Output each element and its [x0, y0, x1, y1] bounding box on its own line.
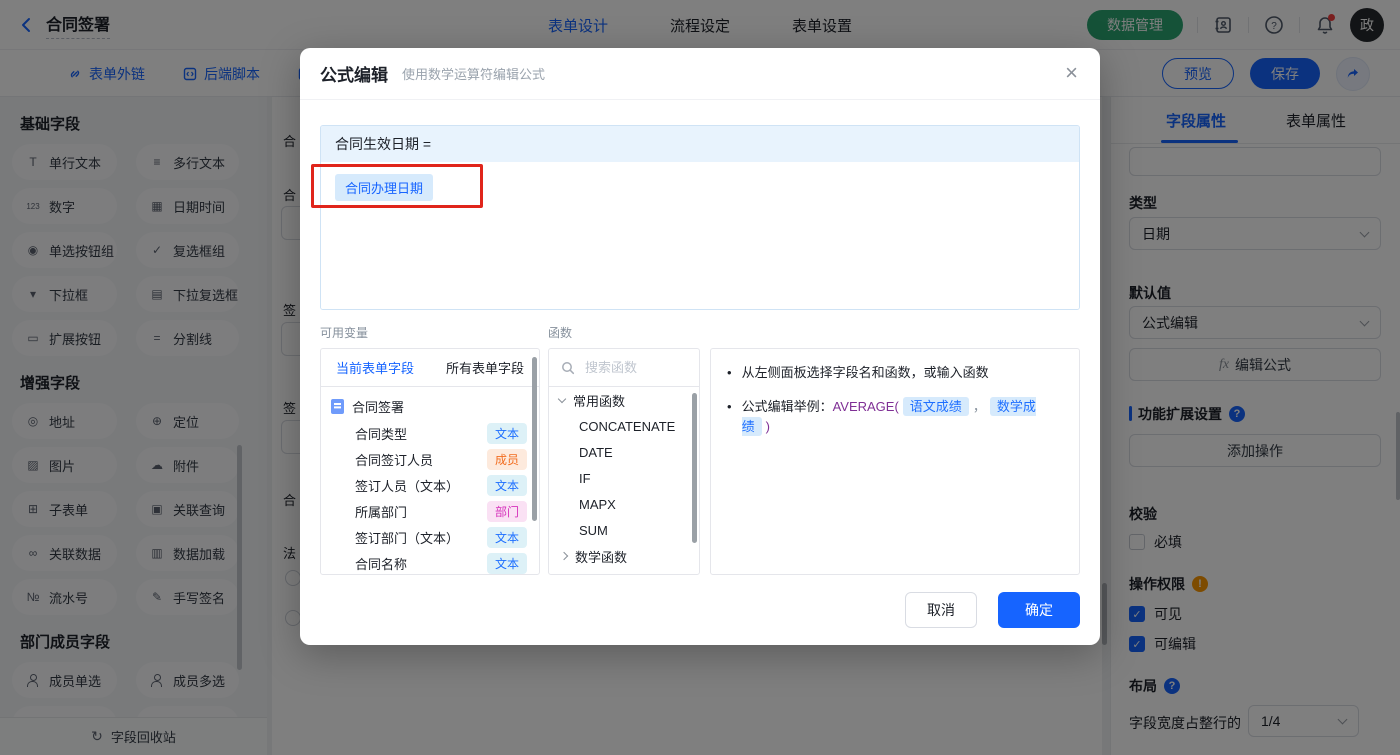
- confirm-button[interactable]: 确定: [998, 592, 1080, 628]
- type-badge: 文本: [486, 552, 527, 574]
- function-name: CONCATENATE: [579, 418, 676, 434]
- variable-item[interactable]: 签订部门（文本） 文本: [321, 524, 539, 550]
- variables-scrollbar[interactable]: [532, 357, 537, 521]
- variable-item[interactable]: 合同签订人员 成员: [321, 446, 539, 472]
- bullet-icon: •: [727, 399, 732, 414]
- function-group-math[interactable]: 数学函数: [549, 543, 699, 569]
- dialog-header: 公式编辑 使用数学运算符编辑公式: [300, 48, 1100, 100]
- function-group-common[interactable]: 常用函数: [549, 387, 699, 413]
- function-item[interactable]: MAPX: [549, 491, 699, 517]
- example-comma: ，: [972, 399, 986, 414]
- variables-root-label: 合同签署: [352, 400, 405, 415]
- variable-item[interactable]: 签订人员（文本） 文本: [321, 472, 539, 498]
- variable-name: 合同类型: [355, 426, 408, 442]
- function-search-input[interactable]: [583, 359, 683, 376]
- variable-name: 合同名称: [355, 556, 408, 572]
- chevron-down-icon: [557, 394, 567, 403]
- variable-item[interactable]: 合同类型 文本: [321, 420, 539, 446]
- example-prefix: 公式编辑举例：: [741, 399, 833, 414]
- formula-edit-dialog: 公式编辑 使用数学运算符编辑公式 × 合同生效日期 = 合同办理日期 可用变量 …: [300, 48, 1100, 645]
- type-badge: 成员: [486, 448, 527, 470]
- tab-all-form-fields[interactable]: 所有表单字段: [446, 358, 524, 377]
- variable-name: 合同签订人员: [355, 452, 434, 468]
- app-window: 合同签署 表单设计 流程设定 表单设置 数据管理 ? 政: [0, 0, 1400, 755]
- close-icon[interactable]: ×: [1065, 62, 1078, 84]
- function-item[interactable]: CONCATENATE: [549, 413, 699, 439]
- variable-name: 签订人员（文本）: [355, 478, 460, 494]
- variable-name: 签订部门（文本）: [355, 530, 460, 546]
- function-search: [549, 349, 699, 387]
- function-name: DATE: [579, 444, 613, 460]
- example-function-open: AVERAGE(: [832, 399, 899, 414]
- type-badge: 文本: [486, 526, 527, 548]
- form-document-icon: [331, 399, 344, 414]
- variable-name: 所属部门: [355, 504, 408, 520]
- function-name: MAPX: [579, 496, 616, 512]
- variables-tabs: 当前表单字段 所有表单字段: [321, 349, 539, 387]
- formula-help-panel: • 从左侧面板选择字段名和函数，或输入函数 • 公式编辑举例：AVERAGE(语…: [710, 348, 1080, 575]
- function-item[interactable]: IF: [549, 465, 699, 491]
- annotation-red-box: [311, 164, 483, 208]
- help-example: 公式编辑举例：AVERAGE(语文成绩，数学成绩): [741, 397, 1063, 437]
- variables-section-label: 可用变量: [320, 326, 369, 340]
- bullet-icon: •: [727, 365, 732, 380]
- function-item[interactable]: DATE: [549, 439, 699, 465]
- function-group-label: 常用函数: [573, 393, 626, 409]
- help-line-2: • 公式编辑举例：AVERAGE(语文成绩，数学成绩): [711, 397, 1079, 437]
- function-group-text[interactable]: 文本函数: [549, 569, 699, 575]
- dialog-subtitle: 使用数学运算符编辑公式: [402, 67, 546, 82]
- variable-item[interactable]: 合同名称 文本: [321, 550, 539, 574]
- variables-panel: 当前表单字段 所有表单字段 合同签署 合同类型 文本 合同签订人员 成员 签订人员（…: [320, 348, 540, 575]
- dialog-title: 公式编辑: [320, 66, 388, 85]
- functions-scrollbar[interactable]: [692, 393, 697, 543]
- variables-root-node[interactable]: 合同签署: [321, 387, 539, 420]
- function-group-label: 文本函数: [575, 573, 627, 575]
- example-function-close: ): [765, 419, 770, 434]
- chevron-right-icon: [559, 551, 569, 561]
- function-name: SUM: [579, 522, 608, 538]
- help-line-1: • 从左侧面板选择字段名和函数，或输入函数: [711, 363, 1079, 383]
- type-badge: 文本: [486, 422, 527, 444]
- formula-editor[interactable]: 合同生效日期 = 合同办理日期: [320, 125, 1080, 310]
- search-icon[interactable]: [561, 361, 575, 375]
- example-arg-tag: 语文成绩: [902, 397, 969, 416]
- function-item[interactable]: SUM: [549, 517, 699, 543]
- cancel-button[interactable]: 取消: [905, 592, 977, 628]
- functions-panel: 常用函数 CONCATENATE DATE IF MAPX SUM 数学函数 文…: [548, 348, 700, 575]
- help-text: 从左侧面板选择字段名和函数，或输入函数: [741, 365, 989, 380]
- formula-target: 合同生效日期 =: [321, 126, 1079, 162]
- function-group-label: 数学函数: [575, 549, 628, 565]
- function-name: IF: [579, 470, 591, 486]
- functions-section-label: 函数: [548, 326, 573, 340]
- type-badge: 部门: [486, 500, 527, 522]
- variable-item[interactable]: 所属部门 部门: [321, 498, 539, 524]
- tab-current-form-fields[interactable]: 当前表单字段: [336, 358, 414, 377]
- type-badge: 文本: [486, 474, 527, 496]
